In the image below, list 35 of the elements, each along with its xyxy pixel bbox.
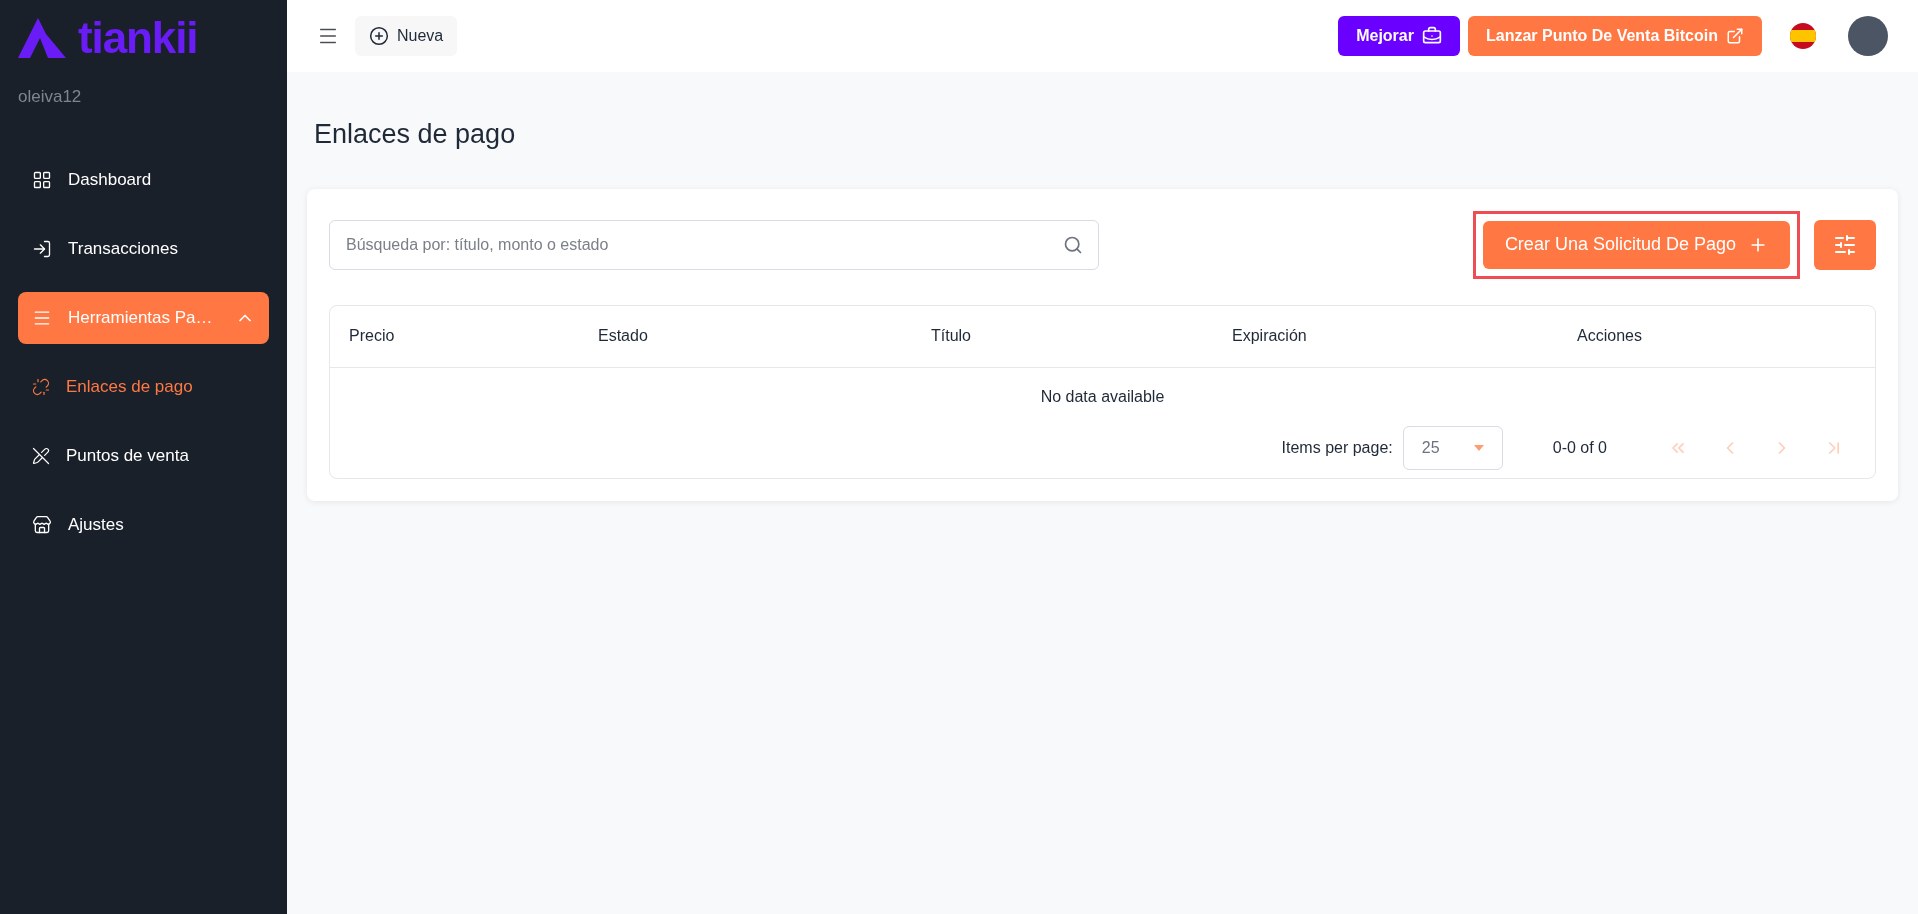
external-link-icon (1726, 27, 1744, 45)
pen-off-icon (32, 446, 50, 465)
unlink-icon (32, 377, 50, 396)
new-button[interactable]: Nueva (355, 16, 458, 56)
filter-button[interactable] (1814, 219, 1876, 270)
sidebar-item[interactable]: Transacciones (18, 222, 269, 275)
column-header: Expiración (1232, 326, 1308, 346)
column-header: Precio (349, 326, 396, 346)
avatar[interactable] (1848, 16, 1888, 56)
empty-message: No data available (1040, 386, 1165, 407)
sidebar-subitem[interactable]: Enlaces de pago (18, 360, 269, 413)
briefcase-icon (1421, 26, 1442, 46)
dropdown-caret-icon (1473, 444, 1484, 451)
column-header: Título (931, 326, 972, 346)
store-icon (32, 514, 52, 535)
sidebar-item[interactable]: Ajustes (18, 498, 269, 551)
login-icon (32, 238, 52, 259)
sidebar-item[interactable]: Dashboard (18, 153, 269, 206)
search-icon (1063, 234, 1083, 255)
sidebar-subitem[interactable]: Puntos de venta (18, 429, 269, 482)
items-per-page-select[interactable]: 25 (1402, 425, 1503, 470)
upgrade-button[interactable]: Mejorar (1338, 16, 1460, 56)
column-header: Acciones (1577, 326, 1643, 346)
plus-circle-icon (369, 26, 389, 46)
column-header: Estado (598, 326, 649, 346)
spain-flag-icon[interactable] (1790, 23, 1816, 49)
brand-name: tiankii (78, 16, 198, 60)
username: oleiva12 (18, 86, 83, 108)
sliders-icon (1833, 232, 1857, 257)
grid-icon (32, 169, 52, 190)
search-field[interactable]: Búsqueda por: título, monto o estado (329, 219, 1099, 270)
logo-icon (18, 18, 66, 58)
page-title: Enlaces de pago (314, 118, 517, 151)
page-range: 0-0 of 0 (1552, 437, 1607, 458)
items-per-page-label: Items per page: (1281, 437, 1393, 458)
